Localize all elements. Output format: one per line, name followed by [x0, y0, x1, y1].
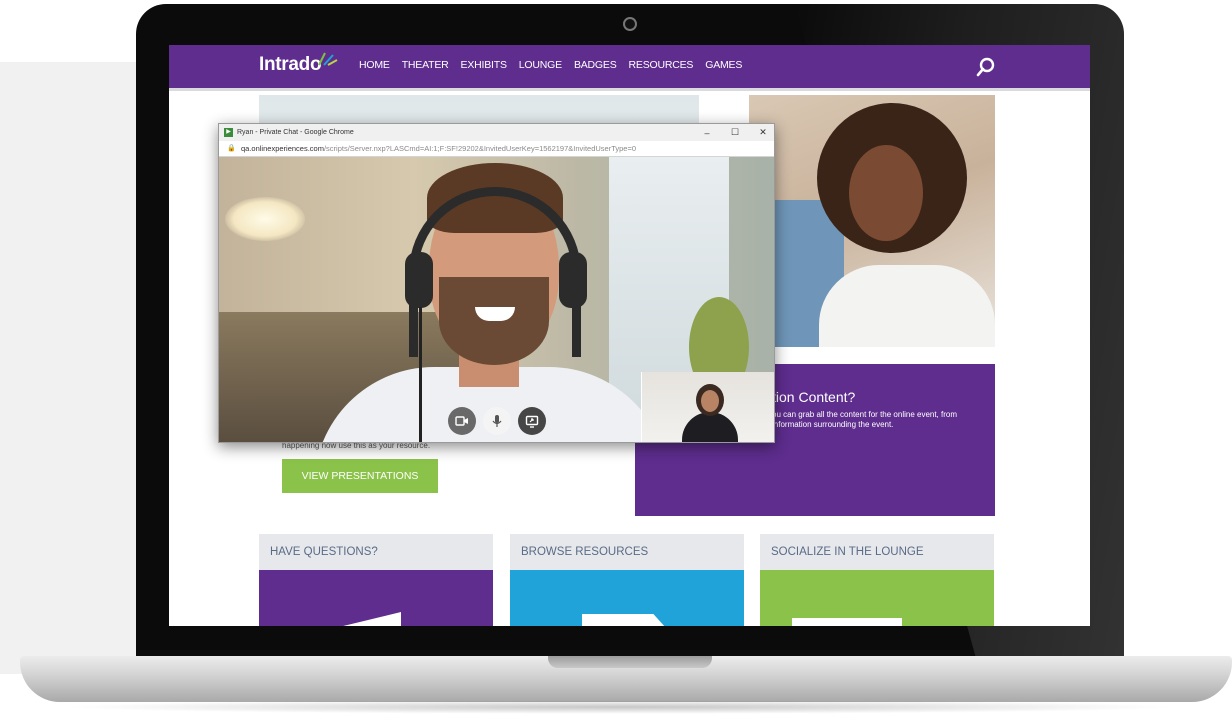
card-title: HAVE QUESTIONS? — [270, 546, 378, 558]
promo-text: ou can grab all the content for the onli… — [772, 410, 958, 429]
nav-home[interactable]: HOME — [359, 59, 390, 71]
intrado-logo[interactable]: Intrado — [259, 54, 322, 76]
laptop-shadow — [60, 700, 1180, 714]
card-have-questions[interactable]: HAVE QUESTIONS? — [259, 534, 493, 626]
url-text: qa.onlinexperiences.com/scripts/Server.n… — [241, 144, 636, 153]
video-background-lamp — [225, 197, 305, 241]
window-title-bar: ▶ Ryan - Private Chat - Google Chrome – … — [219, 124, 774, 141]
hero-image-shirt — [819, 265, 995, 347]
search-icon[interactable] — [975, 56, 997, 78]
nav-games[interactable]: GAMES — [705, 59, 742, 71]
maximize-button[interactable]: ☐ — [721, 124, 749, 141]
top-navigation-bar: Intrado HOME THEATER EXHIBITS LOUNGE BAD… — [169, 45, 1090, 88]
microphone-icon[interactable] — [483, 407, 511, 435]
nav-theater[interactable]: THEATER — [402, 59, 449, 71]
view-presentations-button[interactable]: VIEW PRESENTATIONS — [282, 459, 438, 493]
screen-share-icon[interactable] — [518, 407, 546, 435]
card-graphic — [792, 618, 902, 626]
minimize-button[interactable]: – — [693, 124, 721, 141]
nav-exhibits[interactable]: EXHIBITS — [461, 59, 507, 71]
nav-badges[interactable]: BADGES — [574, 59, 617, 71]
url-host: qa.onlinexperiences.com — [241, 144, 324, 153]
card-socialize-lounge[interactable]: SOCIALIZE IN THE LOUNGE — [760, 534, 994, 626]
nav-lounge[interactable]: LOUNGE — [519, 59, 562, 71]
nav-resources[interactable]: RESOURCES — [629, 59, 694, 71]
self-view-face — [701, 390, 719, 412]
url-path: /scripts/Server.nxp?LASCmd=AI:1;F:SF!292… — [323, 144, 637, 153]
promo-title: tion Content? — [772, 389, 856, 405]
card-image — [760, 570, 994, 626]
card-graphic — [335, 612, 401, 626]
window-title: Ryan - Private Chat - Google Chrome — [237, 129, 354, 136]
headset-band — [409, 187, 581, 357]
private-chat-window: ▶ Ryan - Private Chat - Google Chrome – … — [218, 123, 775, 443]
self-view-thumbnail[interactable] — [641, 372, 774, 442]
card-image — [259, 570, 493, 626]
card-title: SOCIALIZE IN THE LOUNGE — [771, 546, 924, 558]
headset-ear-left — [405, 252, 433, 308]
laptop-notch — [548, 656, 712, 668]
nav-divider — [169, 88, 1090, 91]
video-camera-icon[interactable] — [448, 407, 476, 435]
stage: Intrado HOME THEATER EXHIBITS LOUNGE BAD… — [0, 0, 1232, 721]
video-call-feed — [219, 157, 774, 442]
webcam-dot — [623, 17, 637, 31]
headset-mic-cable — [419, 307, 422, 442]
card-image — [510, 570, 744, 626]
self-view-shirt — [682, 412, 738, 442]
card-graphic — [582, 614, 666, 626]
close-button[interactable]: ✕ — [749, 124, 777, 141]
main-nav: HOME THEATER EXHIBITS LOUNGE BADGES RESO… — [359, 59, 742, 71]
app-favicon-icon: ▶ — [224, 128, 233, 137]
card-title: BROWSE RESOURCES — [521, 546, 649, 558]
lock-icon: 🔒 — [227, 145, 236, 152]
headset-ear-right — [559, 252, 587, 308]
hero-image-face — [849, 145, 923, 241]
logo-mark-icon — [318, 52, 338, 66]
card-browse-resources[interactable]: BROWSE RESOURCES — [510, 534, 744, 626]
address-bar[interactable]: 🔒 qa.onlinexperiences.com/scripts/Server… — [219, 141, 774, 169]
